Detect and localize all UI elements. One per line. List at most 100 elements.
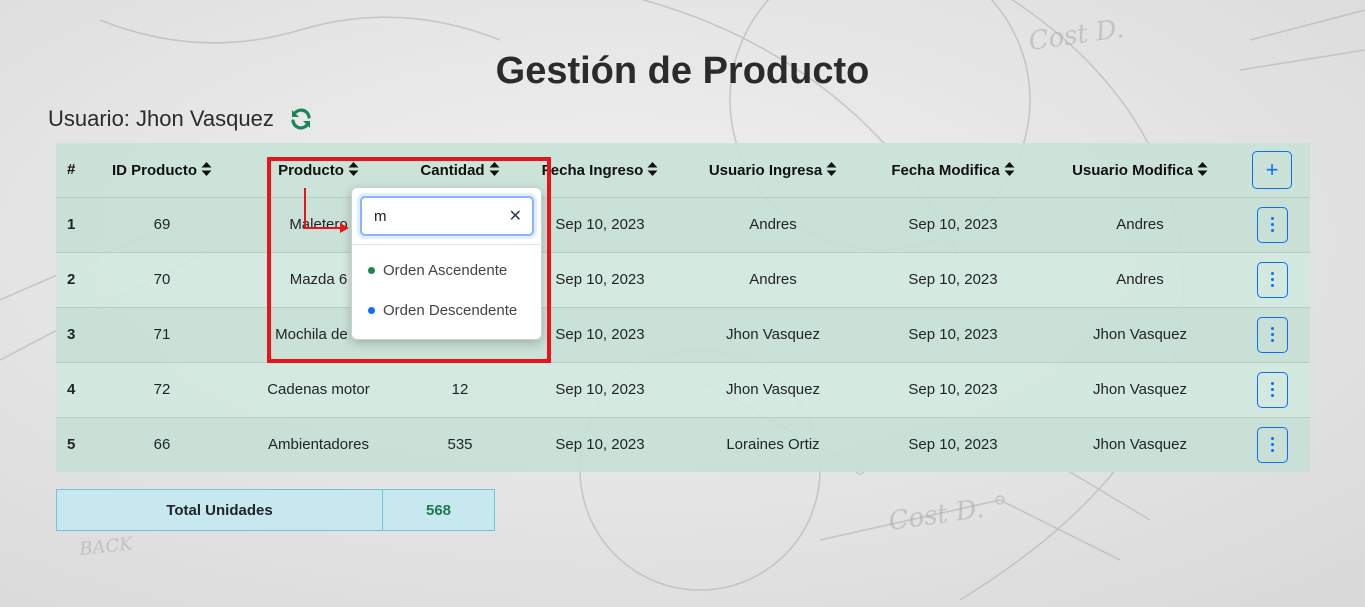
cell-date-mod: Sep 10, 2023 bbox=[908, 381, 998, 398]
sort-icon[interactable] bbox=[201, 161, 212, 177]
table-row: 1 69 Maletero Sep 10, 2023 Andres Sep 10… bbox=[56, 197, 1310, 252]
kebab-menu-icon bbox=[1270, 437, 1274, 441]
sort-ascending-option[interactable]: Orden Ascendente bbox=[368, 262, 507, 279]
sort-icon[interactable] bbox=[647, 161, 658, 177]
cell-actions bbox=[1234, 417, 1310, 472]
kebab-menu-icon bbox=[1270, 382, 1274, 385]
cell-num: 1 bbox=[67, 216, 76, 233]
cell-id: 66 bbox=[153, 436, 171, 454]
cell-id: 70 bbox=[153, 271, 171, 288]
header-usuario-modifica[interactable]: Usuario Modifica bbox=[1046, 143, 1234, 197]
kebab-menu-icon bbox=[1270, 394, 1274, 397]
table-row: 2 70 Mazda 6 Sep 10, 2023 Andres Sep 10,… bbox=[56, 252, 1310, 307]
header-label: Cantidad bbox=[420, 161, 485, 179]
cell-product: Cadenas motor bbox=[267, 381, 370, 398]
user-label: Usuario: Jhon Vasquez bbox=[48, 106, 274, 131]
cell-date-in: Sep 10, 2023 bbox=[555, 436, 645, 454]
filter-search-input[interactable] bbox=[374, 207, 509, 225]
header-label: Fecha Modifica bbox=[891, 161, 1000, 179]
cell-date-mod: Sep 10, 2023 bbox=[908, 326, 998, 343]
header-actions: + bbox=[1234, 143, 1310, 197]
cell-user-mod: Andres bbox=[1116, 216, 1164, 233]
sort-icon[interactable] bbox=[1004, 161, 1015, 177]
total-units-box: Total Unidades 568 bbox=[56, 489, 495, 531]
kebab-menu-icon bbox=[1270, 278, 1274, 281]
kebab-menu-icon bbox=[1270, 223, 1274, 226]
option-label: Orden Descendente bbox=[383, 302, 518, 319]
popup-divider bbox=[352, 244, 541, 245]
header-label: Usuario Ingresa bbox=[708, 161, 823, 179]
row-menu-button[interactable] bbox=[1256, 261, 1288, 298]
cell-user-in: Loraines Ortiz bbox=[726, 436, 820, 454]
cell-num: 2 bbox=[67, 271, 76, 288]
bullet-icon bbox=[368, 267, 375, 274]
header-fecha-modifica[interactable]: Fecha Modifica bbox=[860, 143, 1046, 197]
sort-descending-option[interactable]: Orden Descendente bbox=[368, 302, 517, 319]
cell-id: 69 bbox=[153, 216, 171, 233]
cell-actions bbox=[1234, 197, 1310, 252]
row-menu-button[interactable] bbox=[1256, 371, 1288, 408]
kebab-menu-icon bbox=[1270, 229, 1274, 232]
cell-product: Ambientadores bbox=[268, 436, 369, 454]
total-units-value: 568 bbox=[425, 501, 452, 519]
cell-date-mod: Sep 10, 2023 bbox=[908, 216, 998, 233]
kebab-menu-icon bbox=[1270, 443, 1274, 447]
sort-icon[interactable] bbox=[489, 161, 500, 177]
header-label: ID Producto bbox=[112, 161, 197, 179]
sort-icon[interactable] bbox=[826, 161, 837, 177]
kebab-menu-icon bbox=[1270, 449, 1274, 453]
filter-input-wrapper: ✕ bbox=[360, 196, 534, 236]
cell-date-mod: Sep 10, 2023 bbox=[908, 436, 998, 454]
cell-user-in: Jhon Vasquez bbox=[726, 381, 820, 398]
bullet-icon bbox=[368, 307, 375, 314]
kebab-menu-icon bbox=[1270, 217, 1274, 220]
cell-user-mod: Jhon Vasquez bbox=[1093, 436, 1187, 454]
refresh-icon[interactable] bbox=[288, 106, 314, 132]
page-title: Gestión de Producto bbox=[495, 50, 870, 92]
sort-icon[interactable] bbox=[1197, 161, 1208, 177]
products-table: # ID Producto Producto Cantidad Fecha In… bbox=[56, 143, 1310, 472]
cell-date-mod: Sep 10, 2023 bbox=[908, 271, 998, 288]
row-menu-button[interactable] bbox=[1256, 426, 1288, 463]
cell-date-in: Sep 10, 2023 bbox=[555, 381, 645, 398]
sort-icon[interactable] bbox=[348, 161, 359, 177]
table-row: 3 71 Mochila de V Sep 10, 2023 Jhon Vasq… bbox=[56, 307, 1310, 362]
close-icon[interactable]: ✕ bbox=[509, 206, 522, 226]
header-id-producto[interactable]: ID Producto bbox=[93, 143, 231, 197]
row-menu-button[interactable] bbox=[1256, 206, 1288, 243]
cell-quantity: 12 bbox=[451, 381, 469, 398]
kebab-menu-icon bbox=[1270, 333, 1274, 336]
header-usuario-ingresa[interactable]: Usuario Ingresa bbox=[686, 143, 860, 197]
table-header-row: # ID Producto Producto Cantidad Fecha In… bbox=[56, 143, 1310, 197]
cell-quantity: 535 bbox=[447, 436, 473, 454]
cell-actions bbox=[1234, 252, 1310, 307]
header-label: Usuario Modifica bbox=[1072, 161, 1193, 179]
total-units-label: Total Unidades bbox=[57, 490, 383, 530]
cell-user-in: Andres bbox=[749, 216, 797, 233]
column-filter-popup: ✕ Orden Ascendente Orden Descendente bbox=[351, 187, 542, 340]
cell-user-mod: Andres bbox=[1116, 271, 1164, 288]
header-label: Producto bbox=[278, 161, 344, 179]
add-product-button[interactable]: + bbox=[1252, 150, 1292, 189]
table-row: 5 66 Ambientadores 535 Sep 10, 2023 Lora… bbox=[56, 417, 1310, 472]
cell-user-mod: Jhon Vasquez bbox=[1093, 326, 1187, 343]
cell-user-mod: Jhon Vasquez bbox=[1093, 381, 1187, 398]
header-num: # bbox=[67, 161, 76, 179]
header-label: Fecha Ingreso bbox=[541, 161, 644, 179]
cell-num: 5 bbox=[67, 436, 76, 454]
cell-actions bbox=[1234, 307, 1310, 362]
cell-user-in: Jhon Vasquez bbox=[726, 326, 820, 343]
table-row: 4 72 Cadenas motor 12 Sep 10, 2023 Jhon … bbox=[56, 362, 1310, 417]
kebab-menu-icon bbox=[1270, 327, 1274, 330]
kebab-menu-icon bbox=[1270, 284, 1274, 287]
kebab-menu-icon bbox=[1270, 339, 1274, 342]
cell-num: 4 bbox=[67, 381, 76, 398]
row-menu-button[interactable] bbox=[1256, 316, 1288, 353]
cell-id: 72 bbox=[153, 381, 171, 398]
kebab-menu-icon bbox=[1270, 388, 1274, 391]
cell-user-in: Andres bbox=[749, 271, 797, 288]
kebab-menu-icon bbox=[1270, 272, 1274, 275]
cell-actions bbox=[1234, 362, 1310, 417]
option-label: Orden Ascendente bbox=[383, 262, 508, 279]
user-row: Usuario: Jhon Vasquez bbox=[48, 104, 314, 134]
